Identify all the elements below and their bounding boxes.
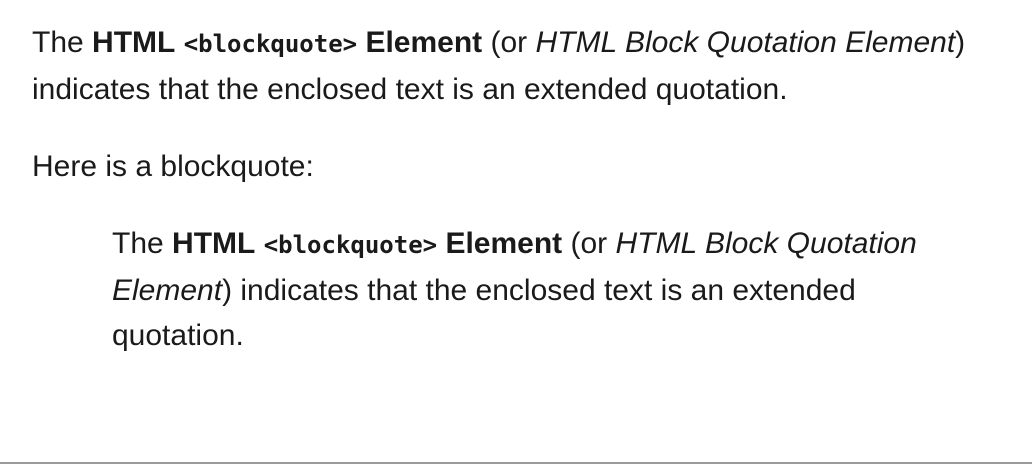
intro-alt-name: HTML Block Quotation Element xyxy=(535,26,956,59)
blockquote: The HTML <blockquote> Element (or HTML B… xyxy=(112,221,932,358)
intro-element-strong: Element xyxy=(365,26,483,59)
intro-html-strong: HTML xyxy=(92,26,176,59)
blockquote-the: The xyxy=(112,227,164,260)
blockquote-element-strong: Element xyxy=(445,227,563,260)
blockquote-rest: ) indicates that the enclosed text is an… xyxy=(112,274,856,352)
blockquote-or-open: (or xyxy=(570,227,608,260)
blockquote-tag-code: <blockquote> xyxy=(263,231,438,259)
document-body: The HTML <blockquote> Element (or HTML B… xyxy=(0,0,1032,462)
intro-paragraph: The HTML <blockquote> Element (or HTML B… xyxy=(32,20,1000,112)
blockquote-html-strong: HTML xyxy=(172,227,256,260)
lead-paragraph: Here is a blockquote: xyxy=(32,150,314,183)
intro-tag-code: <blockquote> xyxy=(183,30,358,58)
intro-or-open: (or xyxy=(490,26,528,59)
blockquote-paragraph: The HTML <blockquote> Element (or HTML B… xyxy=(112,221,932,358)
intro-the: The xyxy=(32,26,84,59)
